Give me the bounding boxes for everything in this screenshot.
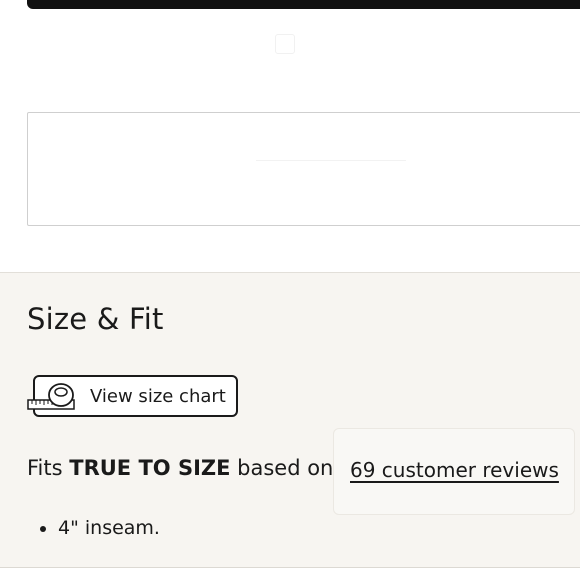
fit-prefix: Fits [27,456,70,480]
product-page: Size & Fit View size chart Fits TRUE TO … [0,0,580,580]
fit-emphasis: TRUE TO SIZE [69,456,231,480]
fit-summary: Fits TRUE TO SIZE based on [27,456,333,480]
section-divider [0,567,580,568]
primary-action-bar[interactable] [27,0,580,9]
faded-info-row [70,34,470,54]
section-title: Size & Fit [27,302,164,336]
fit-suffix: based on [230,456,334,480]
faded-icon [275,34,295,54]
info-box [27,112,580,226]
list-item: 4" inseam. [58,517,160,539]
customer-reviews-link[interactable]: 69 customer reviews [350,458,559,482]
measuring-tape-icon [27,383,75,410]
faded-divider [256,160,406,161]
view-size-chart-label: View size chart [90,386,226,407]
fit-details-list: 4" inseam. [38,517,160,539]
